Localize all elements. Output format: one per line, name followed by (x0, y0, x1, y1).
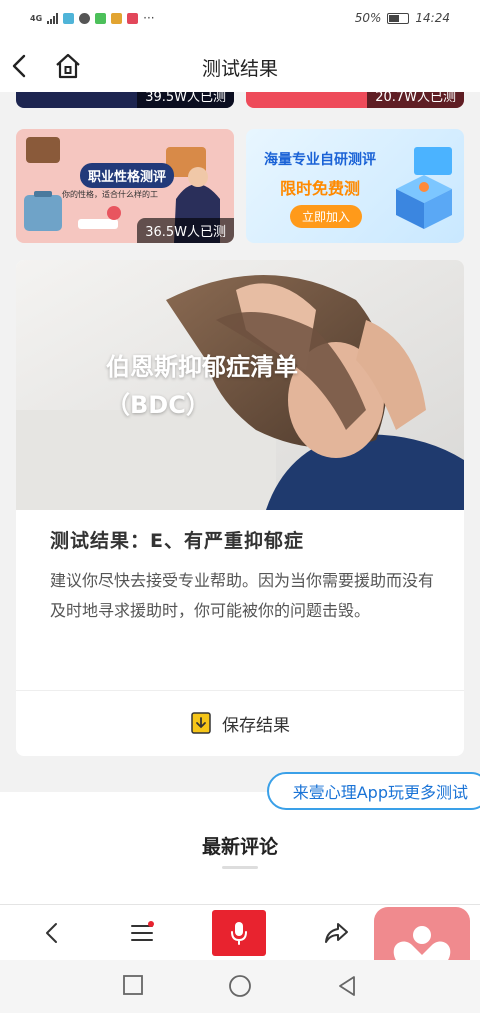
result-card: 伯恩斯抑郁症清单 （BDC） 测试结果：E、有严重抑郁症 建议你尽快去接受专业帮… (16, 260, 464, 756)
microphone-icon (231, 922, 247, 945)
status-time: 14:24 (415, 11, 450, 25)
status-left: 4G ··· (30, 11, 155, 25)
comments-underline (222, 866, 258, 869)
comments-title: 最新评论 (201, 836, 278, 858)
circle-icon (229, 975, 251, 997)
triangle-back-icon (339, 976, 355, 996)
back-system-button[interactable] (336, 974, 358, 1002)
signal-icon (47, 12, 59, 24)
calendar-notification-icon (127, 12, 139, 24)
chevron-left-icon (46, 923, 57, 943)
network-type: 4G (30, 13, 43, 23)
scroll-content[interactable]: 39.5W人已测 20.7W人已测 职业性格测评 你的性格，适合什么样的工 36… (0, 92, 480, 904)
save-result-label: 保存结果 (222, 715, 290, 736)
chat-notification-icon (79, 12, 91, 24)
page-title: 测试结果 (201, 58, 278, 80)
free-test-banner[interactable]: 海量专业自研测评 限时免费测 立即加入 (246, 129, 464, 243)
nav-bar: 测试结果 (0, 40, 480, 92)
save-result-button[interactable]: 保存结果 (16, 691, 464, 755)
toolbar-share-button[interactable] (306, 905, 366, 961)
battery-icon (387, 12, 410, 24)
message-notification-icon (95, 12, 107, 24)
test-banner-top-left[interactable]: 39.5W人已测 (16, 92, 234, 108)
more-notifications: ··· (143, 11, 155, 25)
career-banner-title: 职业性格测评 (80, 163, 175, 188)
depression-test-hero-image: 伯恩斯抑郁症清单 （BDC） (16, 260, 464, 510)
join-now-button[interactable]: 立即加入 (290, 205, 363, 228)
free-banner-title: 海量专业自研测评 (264, 152, 376, 168)
tested-count: 36.5W人已测 (137, 218, 234, 243)
career-banner-subtitle: 你的性格，适合什么样的工 (62, 190, 158, 199)
result-title: 测试结果：E、有严重抑郁症 (50, 530, 304, 552)
status-right: 50% 14:24 (355, 11, 450, 25)
test-name-line1: 伯恩斯抑郁症清单 (106, 353, 298, 381)
voice-search-button[interactable] (212, 910, 266, 956)
recent-apps-button[interactable] (122, 974, 144, 1000)
career-personality-banner[interactable]: 职业性格测评 你的性格，适合什么样的工 36.5W人已测 (16, 129, 234, 243)
app-notification-icon (63, 12, 75, 24)
free-banner-subtitle: 限时免费测 (280, 179, 361, 198)
test-banner-top-right[interactable]: 20.7W人已测 (246, 92, 464, 108)
tested-count: 39.5W人已测 (137, 92, 234, 108)
tested-count: 20.7W人已测 (367, 92, 464, 108)
toolbar-back-button[interactable] (22, 905, 82, 961)
download-file-icon (191, 712, 211, 734)
home-system-button[interactable] (228, 974, 252, 1002)
share-icon (325, 923, 348, 943)
download-notification-icon (111, 12, 123, 24)
toolbar-menu-button[interactable] (112, 905, 172, 961)
test-name: 伯恩斯抑郁症清单 （BDC） (106, 348, 298, 424)
battery-percent: 50% (354, 11, 382, 25)
test-name-line2: （BDC） (106, 391, 210, 419)
square-icon (123, 975, 143, 995)
menu-icon (131, 921, 154, 941)
result-description: 建议你尽快去接受专业帮助。因为当你需要援助而没有及时地寻求援助时，你可能被你的问… (50, 571, 435, 620)
open-app-button[interactable]: 来壹心理App玩更多测试 (266, 772, 480, 810)
system-navigation-bar (0, 960, 480, 1013)
status-bar: 4G ··· 50% 14:24 (0, 0, 480, 40)
